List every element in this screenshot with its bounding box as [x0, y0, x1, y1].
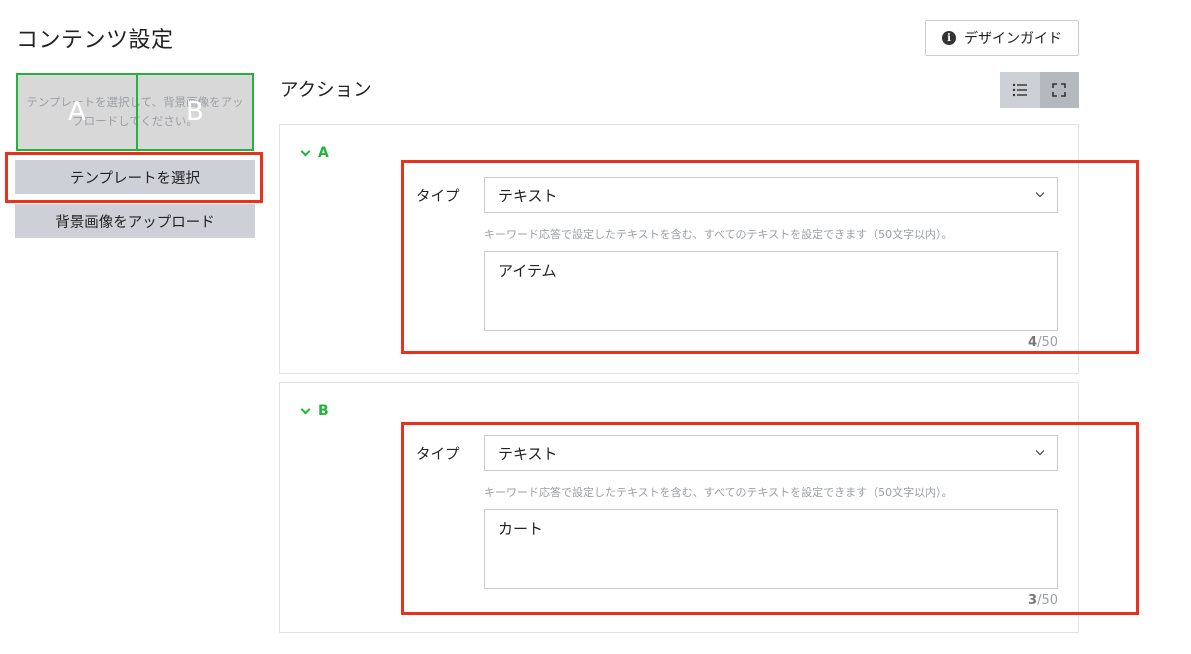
- upload-background-button[interactable]: 背景画像をアップロード: [15, 204, 255, 238]
- action-a-toggle[interactable]: A: [300, 145, 329, 161]
- action-a-label: A: [318, 145, 329, 161]
- highlight-box-template: [5, 152, 263, 203]
- expand-view-icon[interactable]: [1039, 72, 1079, 108]
- area-b-label[interactable]: B: [186, 97, 204, 127]
- action-b-label: B: [318, 403, 329, 419]
- actions-title: アクション: [280, 80, 372, 101]
- info-icon: i: [942, 31, 956, 45]
- highlight-box-action-b: [401, 422, 1139, 615]
- chevron-down-icon: [300, 146, 311, 156]
- list-view-icon[interactable]: [1000, 72, 1040, 108]
- action-b-toggle[interactable]: B: [300, 403, 329, 419]
- area-divider: [136, 75, 138, 149]
- highlight-box-action-a: [401, 160, 1139, 354]
- page-title: コンテンツ設定: [16, 28, 174, 53]
- design-guide-label: デザインガイド: [964, 30, 1062, 46]
- design-guide-button[interactable]: i デザインガイド: [925, 20, 1079, 56]
- preview-hint: テンプレートを選択して、背景画像をアップロードしてください。: [26, 95, 244, 128]
- area-a-label[interactable]: A: [68, 97, 86, 127]
- template-preview: テンプレートを選択して、背景画像をアップロードしてください。 A B: [16, 73, 254, 151]
- view-toggle: [1000, 72, 1079, 108]
- chevron-down-icon: [300, 404, 311, 414]
